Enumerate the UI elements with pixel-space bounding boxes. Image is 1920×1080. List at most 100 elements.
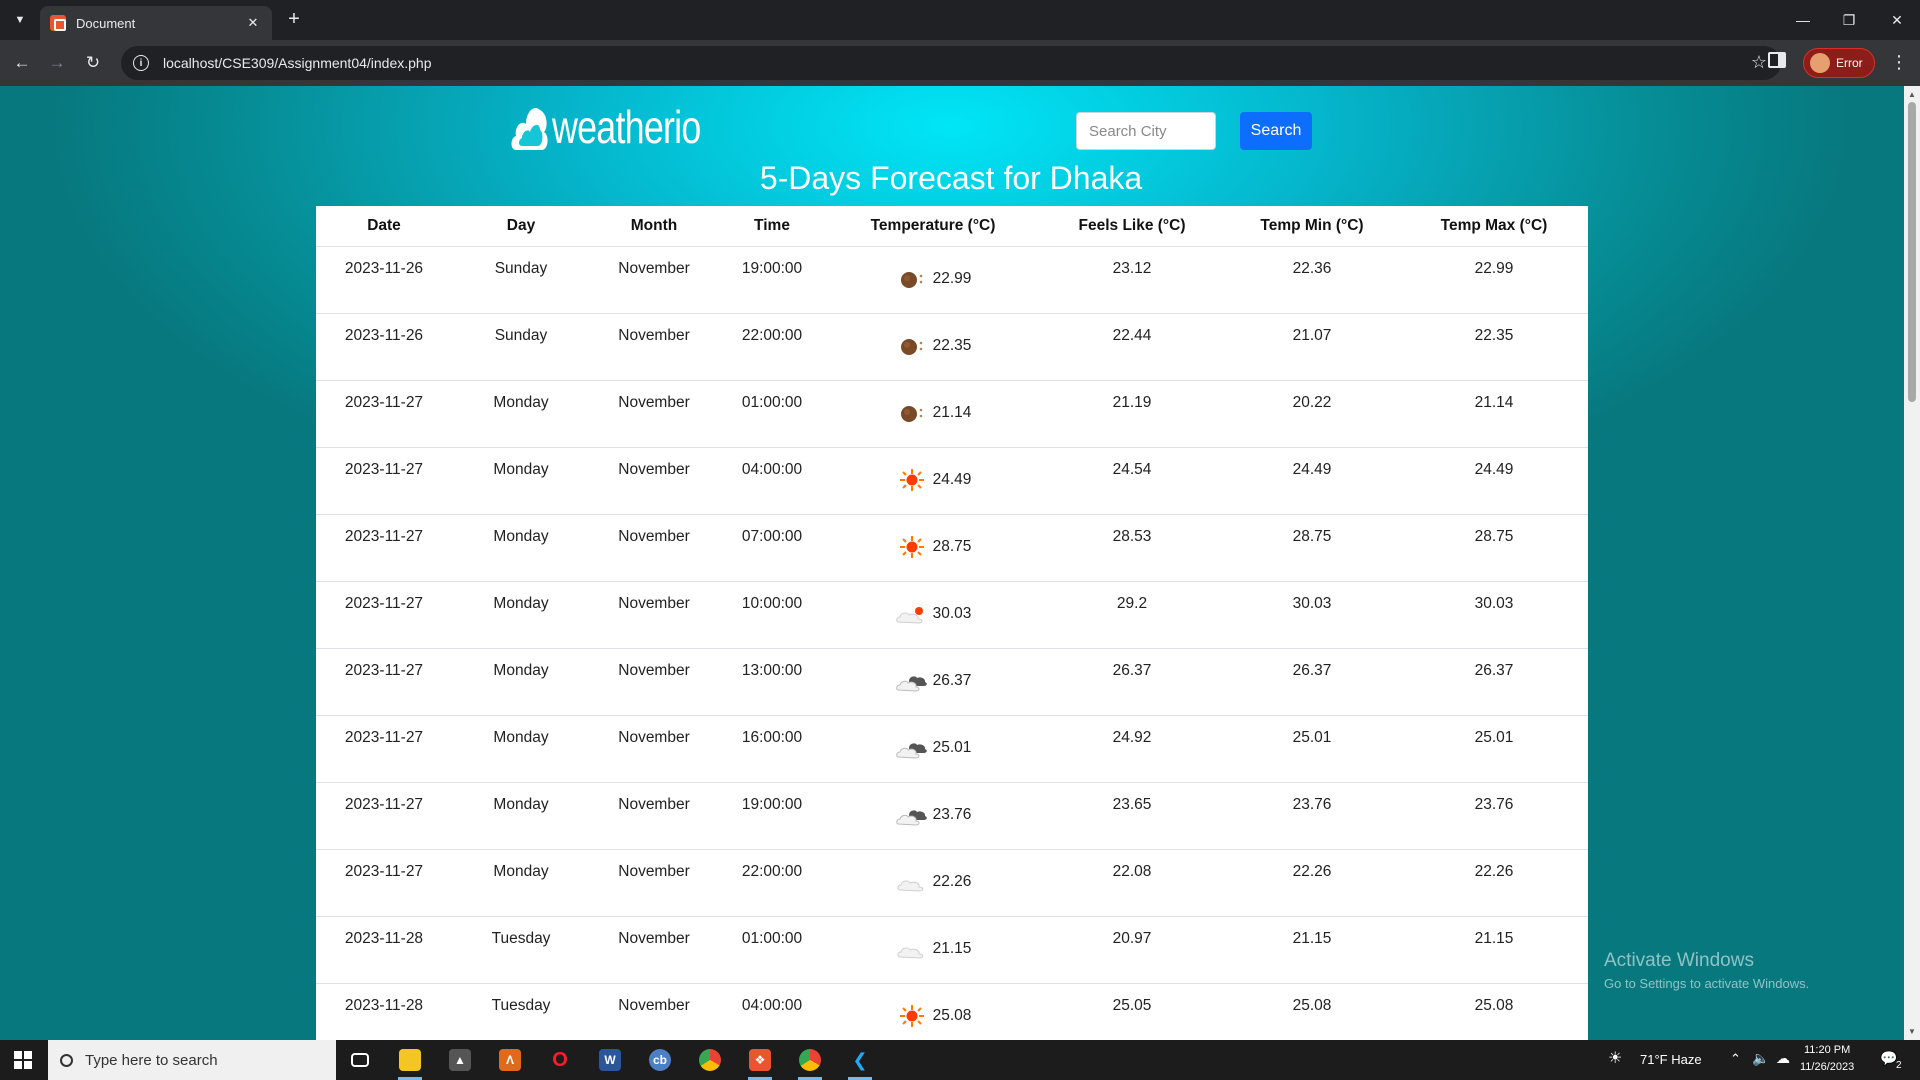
new-tab-plus-icon[interactable]: +	[282, 8, 306, 32]
table-row: 2023-11-28 Tuesday November 01:00:00 21.15 20…	[316, 916, 1588, 984]
temp-value: 30.03	[932, 604, 972, 622]
cell-feels-like: 21.19	[1040, 380, 1224, 448]
codeblocks-icon[interactable]: cb	[646, 1046, 674, 1074]
profile-button[interactable]: Error	[1803, 48, 1875, 78]
activate-windows-watermark: Activate Windows Go to Settings to activ…	[1604, 950, 1809, 991]
site-info-icon[interactable]: i	[133, 55, 149, 71]
window-close-icon[interactable]: ✕	[1874, 0, 1920, 40]
minimize-icon[interactable]: —	[1780, 0, 1826, 40]
volume-icon[interactable]: 🔈	[1752, 1050, 1769, 1067]
table-row: 2023-11-27 Monday November 19:00:00 23.76 23.…	[316, 782, 1588, 850]
xampp-icon[interactable]: ❖	[746, 1046, 774, 1080]
temp-value: 21.14	[932, 403, 972, 421]
restore-icon[interactable]: ❐	[1826, 0, 1872, 40]
cell-temp-max: 22.99	[1400, 246, 1588, 314]
matlab-icon[interactable]: Λ	[496, 1046, 524, 1074]
temp-value: 26.37	[932, 671, 972, 689]
cell-feels-like: 23.65	[1040, 782, 1224, 850]
forward-arrow-icon[interactable]: →	[45, 51, 69, 75]
chrome-active-icon[interactable]	[796, 1046, 824, 1080]
tray-chevron-icon[interactable]: ⌃	[1730, 1051, 1741, 1067]
cell-day: Monday	[452, 514, 590, 582]
cell-temp-min: 20.22	[1224, 380, 1400, 448]
cell-date: 2023-11-27	[316, 849, 452, 917]
scroll-up-arrow-icon[interactable]: ▲	[1908, 90, 1916, 99]
back-arrow-icon[interactable]: ←	[10, 51, 34, 75]
cell-date: 2023-11-26	[316, 246, 452, 314]
clock-time[interactable]: 11:20 PM	[1804, 1044, 1850, 1056]
cell-date: 2023-11-27	[316, 648, 452, 716]
unity-icon[interactable]: ▲	[446, 1046, 474, 1074]
header-day: Day	[452, 206, 590, 247]
cell-temp-max: 22.26	[1400, 849, 1588, 917]
cell-date: 2023-11-26	[316, 313, 452, 381]
notification-icon[interactable]: 💬	[1880, 1050, 1897, 1067]
partly-cloudy-icon	[895, 602, 929, 626]
table-row: 2023-11-27 Monday November 01:00:00 21.14 21.…	[316, 380, 1588, 448]
cell-temperature: 28.75	[826, 514, 1040, 582]
vscode-icon[interactable]: ❮	[846, 1046, 874, 1080]
file-explorer-icon[interactable]	[396, 1046, 424, 1080]
tab-close-icon[interactable]: ✕	[244, 15, 262, 31]
cell-date: 2023-11-27	[316, 581, 452, 649]
cell-time: 22:00:00	[718, 849, 826, 917]
cell-month: November	[590, 447, 718, 515]
side-panel-icon[interactable]	[1768, 52, 1786, 68]
temp-value: 28.75	[932, 537, 972, 555]
cell-feels-like: 22.08	[1040, 849, 1224, 917]
cell-temperature: 25.08	[826, 983, 1040, 1040]
cell-day: Monday	[452, 782, 590, 850]
search-city-input[interactable]	[1076, 112, 1216, 150]
tab-search-chevron-icon[interactable]: ▼	[8, 8, 32, 32]
cell-feels-like: 23.12	[1040, 246, 1224, 314]
cell-day: Monday	[452, 447, 590, 515]
windows-taskbar: Type here to search ▲ Λ O W cb ❖ ❮ ☀ 71°…	[0, 1040, 1920, 1080]
clock-date[interactable]: 11/26/2023	[1800, 1061, 1854, 1073]
temp-value: 23.76	[932, 805, 972, 823]
url-text[interactable]: localhost/CSE309/Assignment04/index.php	[163, 55, 432, 71]
page-scrollbar[interactable]: ▲ ▼	[1904, 86, 1920, 1040]
task-view-icon[interactable]	[346, 1046, 374, 1074]
temp-value: 25.01	[932, 738, 972, 756]
cell-day: Tuesday	[452, 916, 590, 984]
cell-day: Sunday	[452, 246, 590, 314]
header-time: Time	[718, 206, 826, 247]
opera-icon[interactable]: O	[546, 1046, 574, 1074]
cell-temperature: 22.26	[826, 849, 1040, 917]
taskbar-search-box[interactable]: Type here to search	[48, 1040, 336, 1080]
word-icon[interactable]: W	[596, 1046, 624, 1074]
temp-value: 22.26	[932, 872, 972, 890]
cell-month: November	[590, 916, 718, 984]
cell-month: November	[590, 581, 718, 649]
cell-temp-max: 23.76	[1400, 782, 1588, 850]
cell-temperature: 21.15	[826, 916, 1040, 984]
weather-sun-icon[interactable]: ☀	[1608, 1048, 1622, 1068]
cloud-icon	[895, 870, 929, 894]
cell-temp-max: 25.01	[1400, 715, 1588, 783]
network-icon[interactable]: ☁	[1776, 1050, 1790, 1067]
cell-date: 2023-11-27	[316, 715, 452, 783]
browser-tab[interactable]: Document ✕	[40, 6, 272, 40]
page-viewport: weatherio Search 5-Days Forecast for Dha…	[0, 86, 1920, 1040]
forecast-table: Date Day Month Time Temperature (°C) Fee…	[316, 206, 1588, 1040]
profile-label: Error	[1836, 56, 1863, 70]
cloud-logo-icon	[511, 107, 548, 150]
kebab-menu-icon[interactable]: ⋮	[1890, 52, 1908, 73]
cell-temperature: 25.01	[826, 715, 1040, 783]
chrome-icon[interactable]	[696, 1046, 724, 1074]
cell-temperature: 22.35	[826, 313, 1040, 381]
cell-feels-like: 25.05	[1040, 983, 1224, 1040]
scroll-down-arrow-icon[interactable]: ▼	[1908, 1027, 1916, 1036]
table-row: 2023-11-27 Monday November 13:00:00 26.37 26.…	[316, 648, 1588, 716]
taskbar-weather[interactable]: 71°F Haze	[1640, 1052, 1702, 1067]
reload-icon[interactable]: ↻	[81, 51, 105, 75]
cell-day: Monday	[452, 581, 590, 649]
cell-temp-min: 26.37	[1224, 648, 1400, 716]
windows-start-icon[interactable]	[14, 1051, 32, 1069]
bookmark-star-icon[interactable]: ☆	[1751, 52, 1767, 73]
cell-temp-max: 21.15	[1400, 916, 1588, 984]
cell-month: November	[590, 313, 718, 381]
search-button[interactable]: Search	[1240, 112, 1312, 150]
scroll-thumb[interactable]	[1908, 102, 1916, 402]
address-bar[interactable]: i localhost/CSE309/Assignment04/index.ph…	[121, 46, 1781, 80]
